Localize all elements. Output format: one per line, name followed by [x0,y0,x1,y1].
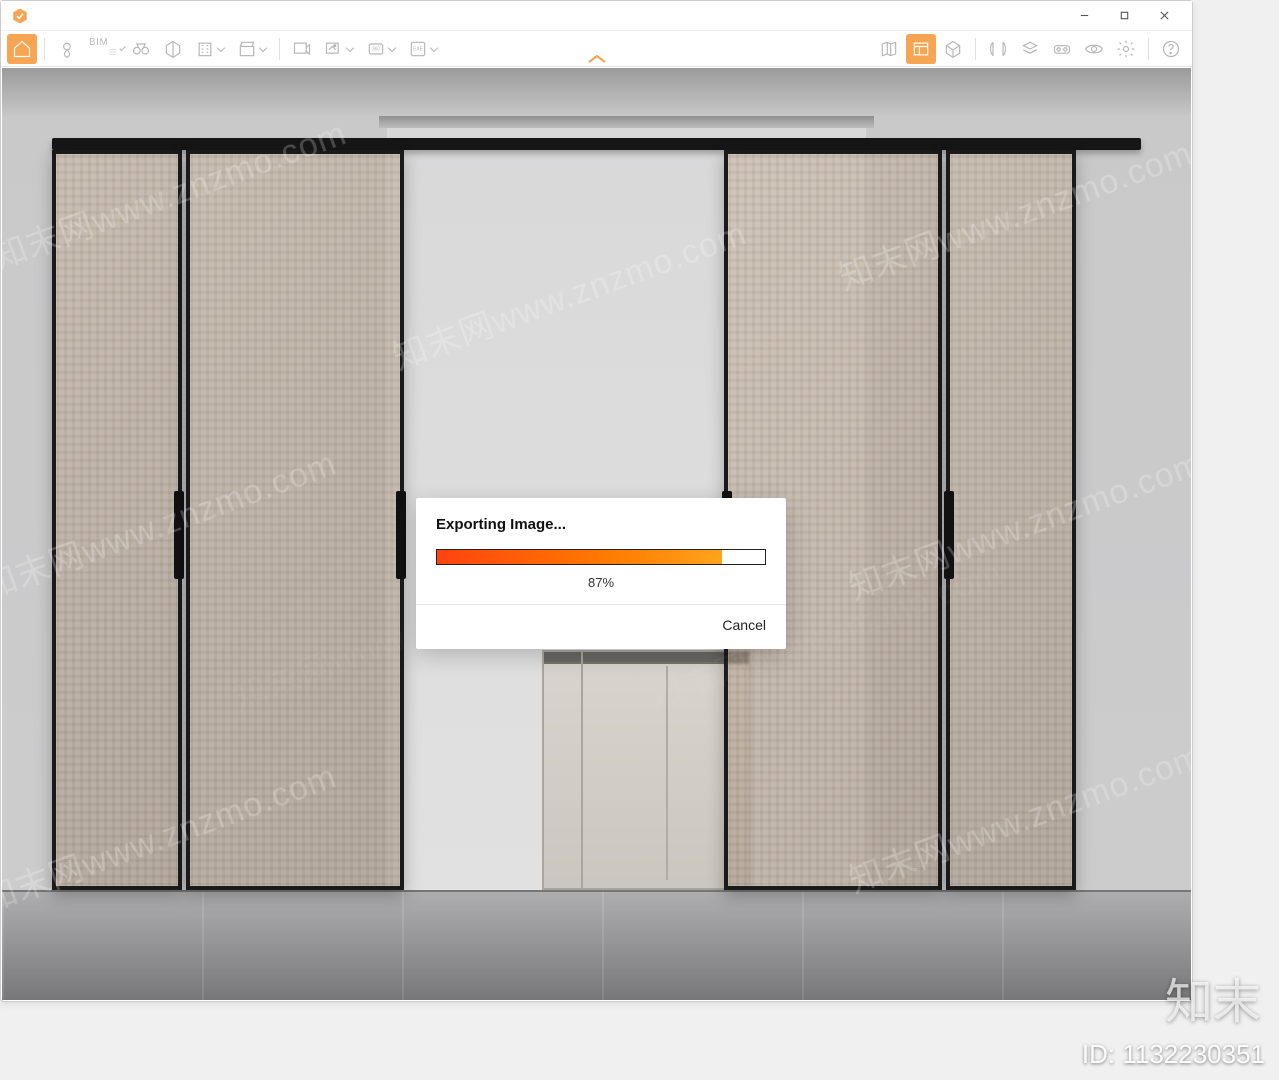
toolbar-group-export: 360 EXE [287,34,443,64]
export-image-dropdown-button[interactable] [319,34,359,64]
help-button[interactable] [1156,34,1186,64]
app-logo-icon [11,7,29,25]
panorama-export-dropdown-button[interactable]: 360 [361,34,401,64]
toolbar-separator [1148,38,1149,60]
export-image-button[interactable] [287,34,317,64]
chevron-down-icon [346,43,354,51]
chevron-down-icon [430,43,438,51]
toolbar-separator [975,38,976,60]
cancel-button[interactable]: Cancel [722,617,766,633]
svg-text:EXE: EXE [413,46,424,52]
titlebar [1,1,1192,31]
toolbar-right [874,34,1186,64]
toolbar-separator [44,38,45,60]
location-pin-button[interactable] [52,34,82,64]
progress-percent-label: 87% [436,575,766,590]
toolbar-group-navigate: BIM [52,34,272,64]
chevron-down-icon [388,43,396,51]
asset-id-label: ID: 1132230351 [1082,1039,1265,1070]
svg-text:360: 360 [372,46,381,52]
styles-panel-button[interactable] [906,34,936,64]
settings-button[interactable] [1111,34,1141,64]
building-dropdown-button[interactable] [190,34,230,64]
clapper-dropdown-button[interactable] [232,34,272,64]
app-window: BIM 360 EXE [0,0,1193,1002]
section-view-button[interactable] [158,34,188,64]
main-toolbar: BIM 360 EXE [1,31,1192,67]
window-close-button[interactable] [1144,2,1184,30]
home-button[interactable] [7,34,37,64]
brand-watermark: 知末 [1165,962,1261,1032]
bim-dropdown-button[interactable]: BIM [84,34,124,64]
compare-panels-button[interactable] [983,34,1013,64]
map-panel-button[interactable] [874,34,904,64]
progress-bar-fill [437,550,722,564]
dialog-title: Exporting Image... [436,516,766,533]
cube-view-button[interactable] [938,34,968,64]
window-maximize-button[interactable] [1104,2,1144,30]
materials-button[interactable] [1015,34,1045,64]
exe-export-dropdown-button[interactable]: EXE [403,34,443,64]
viewport-3d[interactable]: 知末网www.znzmo.com 知末网www.znzmo.com 知末网www… [2,68,1191,1000]
chevron-down-icon [119,44,126,51]
chevron-down-icon [217,43,225,51]
expand-toolbar-caret[interactable] [582,53,612,67]
visibility-button[interactable] [1079,34,1109,64]
toolbar-separator [279,38,280,60]
window-minimize-button[interactable] [1064,2,1104,30]
export-progress-dialog: Exporting Image... 87% Cancel [416,498,786,649]
progress-bar [436,549,766,565]
chevron-down-icon [259,43,267,51]
bim-label: BIM [89,37,108,48]
vr-headset-button[interactable] [1047,34,1077,64]
binoculars-button[interactable] [126,34,156,64]
